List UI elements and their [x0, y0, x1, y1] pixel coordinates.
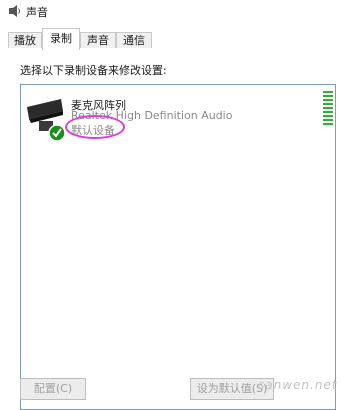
level-bar: [323, 91, 333, 93]
title-bar: 声音: [0, 0, 351, 24]
level-bar: [323, 115, 333, 117]
level-bar: [323, 123, 333, 125]
tab-recording[interactable]: 录制: [42, 28, 80, 50]
tab-strip: 播放 录制 声音 通信: [0, 28, 351, 50]
level-bar: [323, 103, 333, 105]
level-bar: [323, 119, 333, 121]
instruction-text: 选择以下录制设备来修改设置:: [20, 64, 167, 77]
level-bar: [323, 99, 333, 101]
device-list[interactable]: 麦克风阵列 Realtek High Definition Audio 默认设备: [20, 84, 336, 410]
speaker-icon: [9, 5, 20, 17]
recording-panel: 选择以下录制设备来修改设置: 麦克风阵列 Realtek High Defini…: [0, 48, 351, 410]
tab-communications[interactable]: 通信: [116, 32, 152, 49]
level-bar: [323, 95, 333, 97]
tab-sounds[interactable]: 声音: [80, 32, 116, 49]
window-title: 声音: [26, 6, 48, 19]
tab-playback[interactable]: 播放: [8, 32, 42, 49]
device-item[interactable]: 麦克风阵列 Realtek High Definition Audio 默认设备: [21, 85, 335, 149]
watermark: sanwen.net: [258, 378, 338, 392]
level-bar: [323, 107, 333, 109]
level-bar: [323, 111, 333, 113]
level-meter: [323, 91, 333, 127]
configure-button[interactable]: 配置(C): [20, 378, 86, 400]
highlight-annotation: [65, 115, 125, 139]
